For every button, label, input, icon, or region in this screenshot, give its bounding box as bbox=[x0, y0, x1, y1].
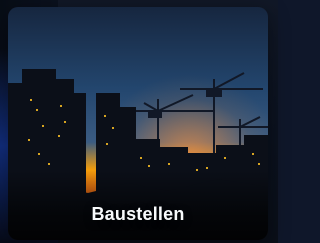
category-card-baustellen[interactable]: Baustellen bbox=[8, 7, 268, 240]
card-title: Baustellen bbox=[91, 204, 185, 224]
page: Baustellen bbox=[0, 0, 278, 243]
